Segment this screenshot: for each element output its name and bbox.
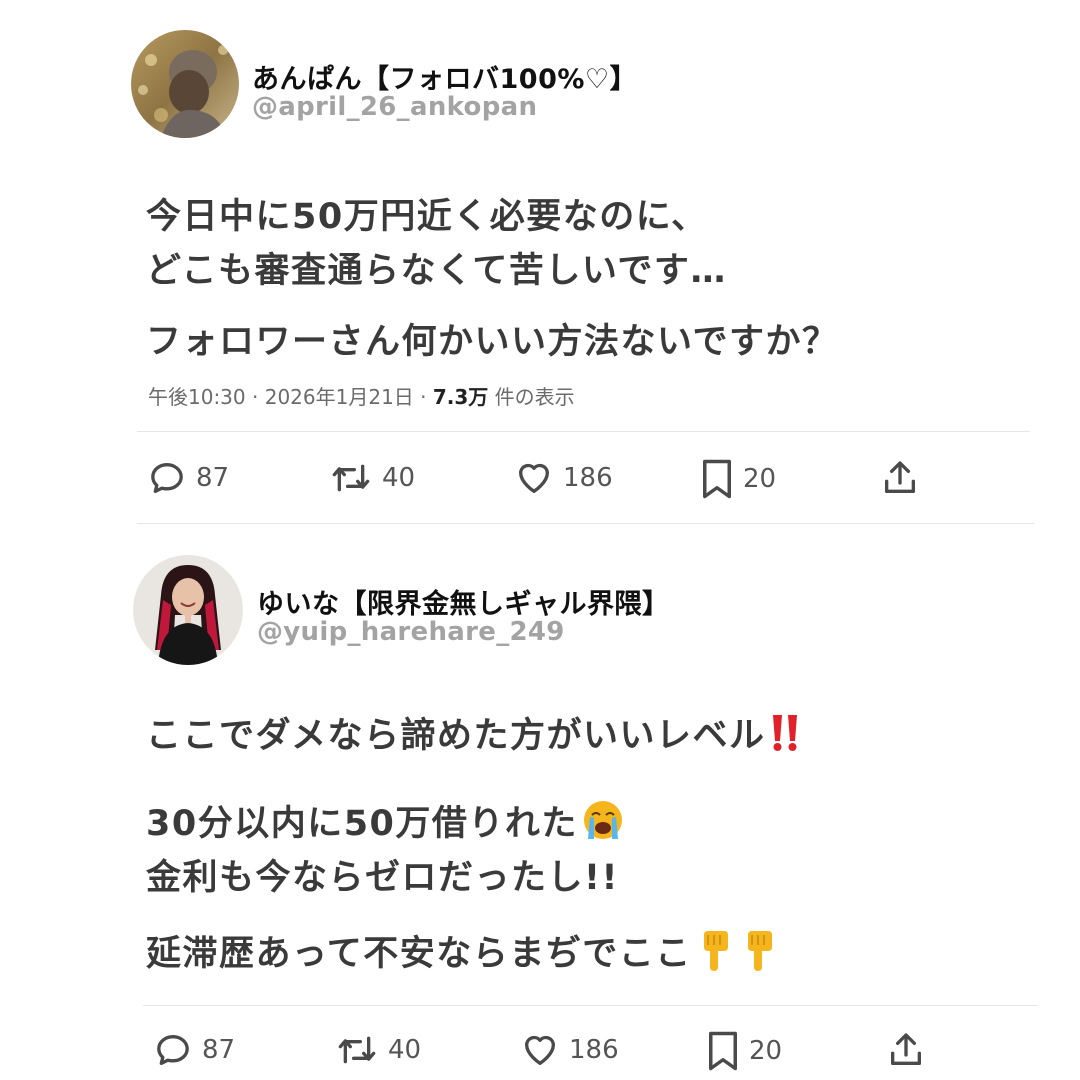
bookmark-count: 20 (743, 464, 777, 494)
view-count: 7.3万 (432, 385, 489, 409)
reply-icon (151, 463, 183, 493)
tweet-time[interactable]: 午後10:30 (148, 385, 246, 409)
pointing-down-hand-icon (740, 927, 780, 980)
heart-icon (519, 463, 549, 493)
double-exclamation-icon (769, 713, 803, 762)
bookmark-icon (703, 459, 731, 499)
tweet-text-line: どこも審査通らなくて苦しいです… (146, 251, 727, 291)
tweet-meta: 午後10:30 · 2026年1月21日 · 7.3万 件の表示 (148, 381, 575, 410)
tweet-text: 30分以内に50万借りれた (146, 804, 578, 844)
view-label: 件の表示 (494, 385, 575, 409)
avatar[interactable] (133, 555, 243, 665)
bookmark-icon (709, 1031, 737, 1071)
retweet-button[interactable]: 40 (334, 1030, 421, 1070)
retweet-button[interactable]: 40 (328, 458, 415, 498)
reply-count: 87 (196, 463, 230, 493)
tweet-text: 延滞歴あって不安ならまぢでここ (146, 934, 692, 974)
like-button[interactable]: 186 (513, 458, 613, 498)
tweet-text-line: ここでダメなら諦めた方がいいレベル (146, 707, 803, 762)
user-photo-icon (133, 555, 243, 665)
tweet-date[interactable]: 2026年1月21日 (265, 385, 414, 409)
share-icon (891, 1033, 921, 1065)
bookmark-button[interactable]: 20 (699, 458, 776, 500)
tweet-text: ここでダメなら諦めた方がいいレベル (146, 716, 766, 756)
retweet-count: 40 (382, 463, 416, 493)
tweet-text-line: フォロワーさん何かいい方法ないですか？ (146, 322, 839, 362)
pointing-down-hand-icon (696, 927, 736, 980)
meta-separator: · (252, 385, 265, 409)
reply-button[interactable]: 87 (152, 1030, 235, 1070)
bookmark-button[interactable]: 20 (705, 1030, 782, 1072)
meta-separator: · (420, 385, 433, 409)
retweet-count: 40 (388, 1035, 422, 1065)
share-button[interactable] (880, 458, 920, 498)
divider (137, 431, 1030, 432)
like-button[interactable]: 186 (519, 1030, 619, 1070)
divider (137, 523, 1034, 524)
divider (143, 1005, 1038, 1006)
like-count: 186 (569, 1035, 619, 1065)
share-button[interactable] (886, 1030, 926, 1070)
tweet-text-line: 30分以内に50万借りれた (146, 795, 624, 850)
user-photo-icon (131, 30, 239, 138)
display-name[interactable]: ゆいな【限界金無しギャル界隈】 (257, 582, 670, 621)
user-handle[interactable]: @yuip_harehare_249 (257, 617, 565, 647)
share-icon (885, 461, 915, 493)
like-count: 186 (563, 463, 613, 493)
retweet-icon (332, 464, 370, 492)
tweet-text-line: 金利も今ならゼロだったし!! (146, 858, 619, 898)
tweet-text-line: 延滞歴あって不安ならまぢでここ (146, 925, 780, 980)
reply-icon (157, 1035, 189, 1065)
tweet-card-1: あんぱん【フォロバ100%♡】 @april_26_ankopan 今日中に50… (0, 0, 1080, 525)
tweet-text-line: 今日中に50万円近く必要なのに、 (146, 197, 708, 237)
retweet-icon (338, 1036, 376, 1064)
reply-count: 87 (202, 1035, 236, 1065)
bookmark-count: 20 (749, 1036, 783, 1066)
avatar[interactable] (131, 30, 239, 138)
reply-button[interactable]: 87 (146, 458, 229, 498)
heart-icon (525, 1035, 555, 1065)
display-name[interactable]: あんぱん【フォロバ100%♡】 (252, 57, 637, 96)
user-handle[interactable]: @april_26_ankopan (252, 92, 537, 122)
loudly-crying-face-icon (582, 799, 624, 850)
tweet-card-2: ゆいな【限界金無しギャル界隈】 @yuip_harehare_249 ここでダメ… (0, 525, 1080, 1080)
